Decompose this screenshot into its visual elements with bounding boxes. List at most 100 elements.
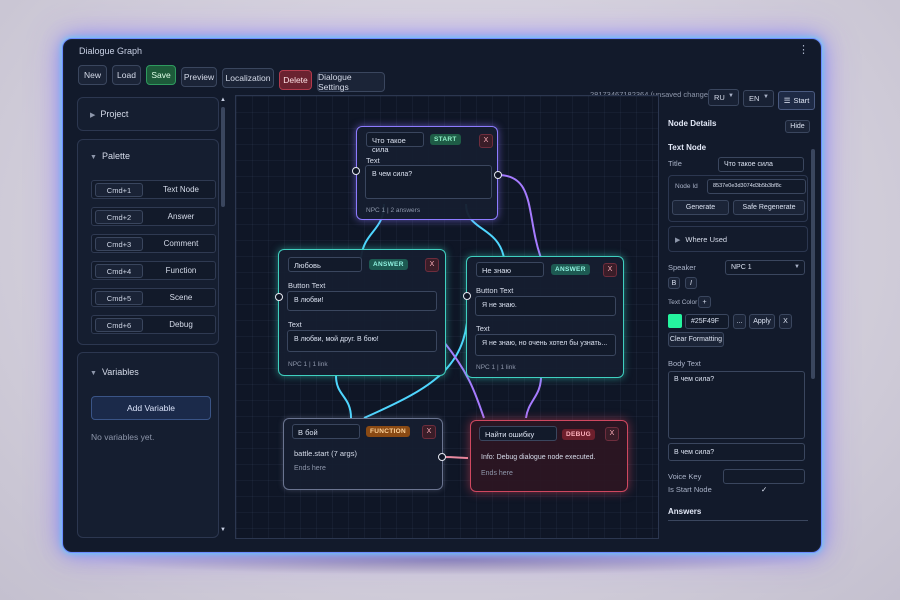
palette-item-answer[interactable]: Cmd+2 Answer [91, 207, 216, 226]
graph-canvas[interactable]: Что такое сила START X Text В чем сила? … [235, 95, 659, 539]
left-scrollbar[interactable]: ▲ ▼ [220, 97, 226, 535]
node-id-input[interactable]: 8537e0e3d3074d3b5b3bf8c [707, 179, 806, 194]
button-text-field[interactable]: Я не знаю. [475, 296, 616, 316]
variables-header[interactable]: ▼ Variables [90, 367, 139, 377]
preview-button[interactable]: Preview [181, 67, 217, 87]
project-section[interactable]: ▶ Project [77, 97, 219, 131]
shortcut-key: Cmd+3 [95, 237, 143, 251]
close-icon[interactable]: X [605, 427, 619, 441]
palette-item-label: Answer [167, 212, 195, 221]
link-dontknow-to-debug [525, 376, 542, 419]
close-icon[interactable]: X [479, 134, 493, 148]
clear-formatting-button[interactable]: Clear Formatting [668, 332, 724, 347]
window-title: Dialogue Graph [79, 46, 143, 56]
is-start-node-label: Is Start Node [668, 485, 712, 494]
add-variable-button[interactable]: Add Variable [91, 396, 211, 420]
scroll-up-icon[interactable]: ▲ [220, 97, 226, 103]
node-title-field[interactable]: Найти ошибку [479, 426, 557, 441]
generate-button[interactable]: Generate [672, 200, 729, 215]
color-swatch[interactable] [668, 314, 682, 328]
answers-heading: Answers [668, 507, 702, 516]
where-used-label: Where Used [685, 235, 728, 244]
node-answer-love[interactable]: Любовь ANSWER X Button Text В любви! Tex… [278, 249, 446, 376]
palette-item-text-node[interactable]: Cmd+1 Text Node [91, 180, 216, 199]
ends-here-text: Ends here [481, 470, 513, 477]
load-button[interactable]: Load [112, 65, 141, 85]
node-title-field[interactable]: Любовь [288, 257, 362, 272]
body-text-input[interactable]: В чем сила? [668, 371, 805, 439]
button-text-field[interactable]: В любви! [287, 291, 437, 311]
save-button[interactable]: Save [146, 65, 176, 85]
where-used-section[interactable]: ▶ Where Used [668, 226, 808, 252]
clear-color-button[interactable]: X [779, 314, 792, 329]
where-used-header: ▶ Where Used [675, 235, 727, 244]
palette-item-function[interactable]: Cmd+4 Function [91, 261, 216, 280]
italic-button[interactable]: I [685, 277, 697, 289]
node-answer-dontknow[interactable]: Не знаю ANSWER X Button Text Я не знаю. … [466, 256, 624, 378]
node-id-label: Node Id [675, 183, 698, 190]
delete-button[interactable]: Delete [279, 70, 312, 90]
shortcut-key: Cmd+5 [95, 291, 143, 305]
palette-item-debug[interactable]: Cmd+6 Debug [91, 315, 216, 334]
node-debug[interactable]: Найти ошибку DEBUG X Info: Debug dialogu… [470, 420, 628, 492]
speaker-select[interactable]: NPC 1 ▼ [725, 260, 805, 275]
safe-regenerate-button[interactable]: Safe Regenerate [733, 200, 805, 215]
output-port[interactable] [494, 171, 502, 179]
voice-key-input[interactable] [723, 469, 805, 484]
link-start-loop [497, 174, 542, 259]
title-input[interactable]: Что такое сила [718, 157, 804, 172]
details-scrollbar[interactable] [811, 149, 815, 379]
palette-item-scene[interactable]: Cmd+5 Scene [91, 288, 216, 307]
text-field[interactable]: В чем сила? [365, 165, 492, 199]
palette-label: Palette [101, 151, 130, 161]
chevron-down-icon: ▼ [763, 94, 769, 100]
color-hex-input[interactable]: #25F49F [685, 314, 729, 329]
answer-badge: ANSWER [551, 264, 590, 275]
title-label: Title [668, 159, 682, 168]
text-field[interactable]: Я не знаю, но очень хотел бы узнать... [475, 334, 616, 356]
add-color-button[interactable]: + [698, 296, 711, 308]
palette-section: ▼ Palette Cmd+1 Text Node Cmd+2 Answer Cm… [77, 139, 219, 345]
close-icon[interactable]: X [603, 263, 617, 277]
node-start[interactable]: Что такое сила START X Text В чем сила? … [356, 126, 498, 220]
node-footer: NPC 1 | 1 link [476, 364, 516, 371]
color-picker-button[interactable]: ... [733, 314, 746, 329]
output-port[interactable] [438, 453, 446, 461]
input-port[interactable] [275, 293, 283, 301]
collapse-arrow-icon: ▼ [90, 370, 97, 377]
palette-item-label: Function [165, 266, 197, 275]
input-port[interactable] [352, 167, 360, 175]
node-title-field[interactable]: Что такое сила [366, 132, 424, 154]
scrollbar-thumb[interactable] [221, 107, 225, 207]
localization-button[interactable]: Localization [222, 68, 274, 88]
text-field[interactable]: В любви, мой друг. В бою! [287, 330, 437, 352]
shortcut-key: Cmd+4 [95, 264, 143, 278]
palette-item-comment[interactable]: Cmd+3 Comment [91, 234, 216, 253]
scroll-down-icon[interactable]: ▼ [220, 527, 226, 533]
new-button[interactable]: New [78, 65, 107, 85]
variables-label: Variables [101, 367, 139, 377]
text-label: Text [288, 320, 302, 329]
hide-button[interactable]: Hide [785, 120, 810, 133]
is-start-checkbox[interactable]: ✓ [761, 485, 767, 494]
more-menu-icon[interactable]: ⋮ [798, 43, 809, 56]
bold-button[interactable]: B [668, 277, 680, 289]
node-title-field[interactable]: В бой [292, 424, 360, 439]
node-function[interactable]: В бой FUNCTION X battle.start (7 args) E… [283, 418, 443, 490]
dialogue-settings-button[interactable]: Dialogue Settings [317, 72, 385, 92]
apply-color-button[interactable]: Apply [749, 314, 775, 329]
close-icon[interactable]: X [422, 425, 436, 439]
speaker-label: Speaker [668, 263, 696, 272]
expand-arrow-icon: ▶ [90, 112, 96, 119]
palette-header[interactable]: ▼ Palette [90, 151, 130, 161]
start-button-label: Start [793, 96, 810, 105]
start-badge: START [430, 134, 461, 145]
start-button[interactable]: ☰ Start [778, 91, 815, 110]
node-details-panel: Node Details Hide Text Node Title Что та… [663, 109, 813, 544]
node-title-field[interactable]: Не знаю [476, 262, 544, 277]
target-language-select[interactable]: EN ▼ [743, 90, 774, 107]
text-label: Text [366, 156, 380, 165]
input-port[interactable] [463, 292, 471, 300]
close-icon[interactable]: X [425, 258, 439, 272]
source-language-select[interactable]: RU ▼ [708, 89, 739, 106]
